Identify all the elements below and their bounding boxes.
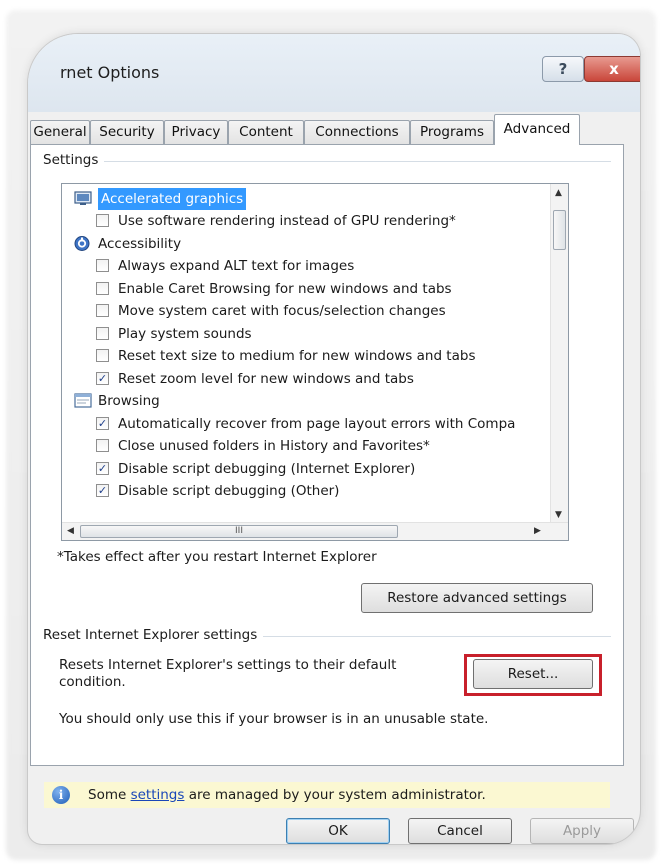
restart-note: *Takes effect after you restart Internet… [57, 549, 377, 565]
vertical-scrollbar[interactable]: ▲ ▼ [550, 184, 568, 524]
settings-group-label: Settings [43, 152, 105, 168]
settings-group-divider [43, 161, 611, 162]
option-label: Move system caret with focus/selection c… [118, 303, 446, 319]
checkbox[interactable] [96, 349, 109, 362]
checkbox[interactable] [96, 439, 109, 452]
checkbox[interactable] [96, 304, 109, 317]
checkbox[interactable]: ✓ [96, 484, 109, 497]
category-label: Accessibility [98, 236, 182, 252]
accessibility-icon [74, 236, 90, 251]
tab-strip: General Security Privacy Content Connect… [28, 112, 640, 145]
option-label: Play system sounds [118, 326, 252, 342]
display-icon [74, 191, 92, 205]
tab-security[interactable]: Security [90, 120, 164, 144]
close-button[interactable]: x [584, 56, 640, 82]
settings-link[interactable]: settings [131, 787, 185, 803]
checkbox[interactable]: ✓ [96, 417, 109, 430]
browsing-icon [74, 393, 92, 408]
unusable-state-note: You should only use this if your browser… [59, 711, 489, 727]
info-icon: i [52, 786, 70, 804]
category-label: Accelerated graphics [98, 188, 247, 210]
checkbox[interactable] [96, 327, 109, 340]
tab-privacy[interactable]: Privacy [164, 120, 228, 144]
option-label: Enable Caret Browsing for new windows an… [118, 281, 452, 297]
question-icon: ? [558, 60, 568, 78]
reset-description: Resets Internet Explorer's settings to t… [59, 657, 397, 690]
admin-notice-bar: i Some settings are managed by your syst… [44, 782, 610, 808]
reset-group-label: Reset Internet Explorer settings [43, 627, 264, 643]
tab-content[interactable]: Content [228, 120, 304, 144]
option-label: Automatically recover from page layout e… [118, 416, 516, 432]
tab-connections[interactable]: Connections [304, 120, 410, 144]
option-label: Reset text size to medium for new window… [118, 348, 476, 364]
cancel-button[interactable]: Cancel [408, 818, 512, 844]
horizontal-scroll-thumb[interactable]: III [80, 525, 398, 538]
category-label: Browsing [98, 393, 160, 409]
scroll-right-icon[interactable]: ▶ [534, 526, 541, 536]
option-label: Reset zoom level for new windows and tab… [118, 371, 414, 387]
reset-button[interactable]: Reset... [473, 659, 593, 689]
advanced-tab-panel: Settings Accelerated graphics Use softwa… [30, 144, 624, 766]
checkbox[interactable] [96, 259, 109, 272]
admin-notice-suffix: are managed by your system administrator… [184, 787, 486, 803]
checkbox[interactable] [96, 214, 109, 227]
checkbox[interactable]: ✓ [96, 372, 109, 385]
apply-button[interactable]: Apply [530, 818, 634, 844]
scroll-left-icon[interactable]: ◀ [67, 526, 74, 536]
scroll-up-icon[interactable]: ▲ [555, 188, 562, 198]
internet-options-dialog: rnet Options ? x General Security Privac… [28, 34, 640, 844]
close-icon: x [609, 60, 619, 78]
admin-notice-text: Some settings are managed by your system… [88, 782, 486, 808]
option-label: Use software rendering instead of GPU re… [118, 213, 456, 229]
option-label: Close unused folders in History and Favo… [118, 438, 430, 454]
tab-advanced[interactable]: Advanced [494, 114, 580, 145]
window-title: rnet Options [60, 63, 160, 82]
tab-programs[interactable]: Programs [410, 120, 494, 144]
checkbox[interactable] [96, 282, 109, 295]
ok-button[interactable]: OK [286, 818, 390, 844]
settings-tree[interactable]: Accelerated graphics Use software render… [61, 183, 569, 541]
help-button[interactable]: ? [542, 56, 584, 82]
scroll-down-icon[interactable]: ▼ [555, 510, 562, 520]
checkbox[interactable]: ✓ [96, 462, 109, 475]
option-label: Always expand ALT text for images [118, 258, 355, 274]
restore-advanced-settings-button[interactable]: Restore advanced settings [361, 583, 593, 613]
horizontal-scrollbar[interactable]: ◀ III ▶ [62, 522, 568, 540]
admin-notice-prefix: Some [88, 787, 131, 803]
option-label: Disable script debugging (Other) [118, 483, 340, 499]
vertical-scroll-thumb[interactable] [553, 210, 566, 250]
tab-general[interactable]: General [30, 120, 90, 144]
title-bar: rnet Options ? x [28, 34, 640, 112]
option-label: Disable script debugging (Internet Explo… [118, 461, 416, 477]
